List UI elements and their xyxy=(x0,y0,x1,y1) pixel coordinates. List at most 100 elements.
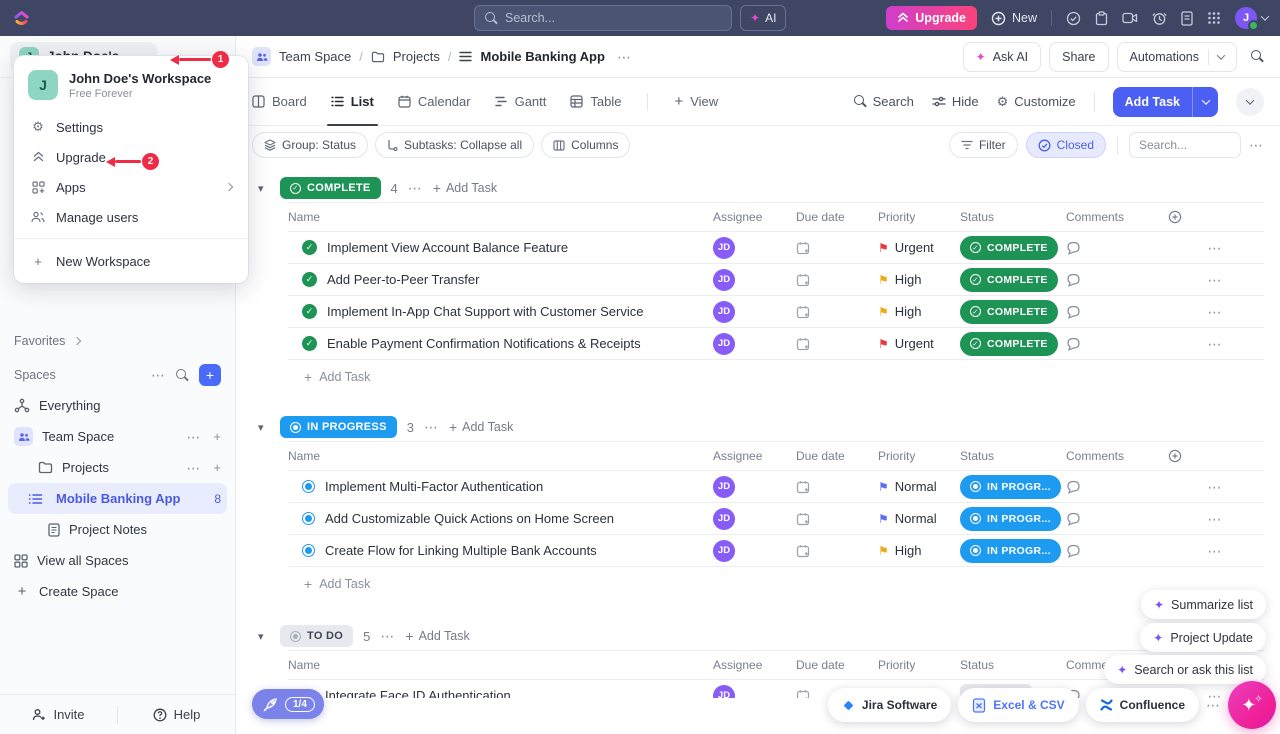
tab-table[interactable]: Table xyxy=(570,78,621,126)
tab-board[interactable]: Board xyxy=(252,78,307,126)
team-space-menu-icon[interactable]: ⋯ xyxy=(186,430,201,444)
row-menu-icon[interactable]: ⋯ xyxy=(1208,305,1223,319)
assignee-avatar[interactable]: JD xyxy=(713,540,735,562)
help-button[interactable]: Help xyxy=(118,707,235,722)
due-date-icon[interactable] xyxy=(796,337,878,351)
hide-button[interactable]: Hide xyxy=(932,94,979,109)
add-space-button[interactable]: + xyxy=(199,364,221,386)
task-name[interactable]: Add Customizable Quick Actions on Home S… xyxy=(325,511,614,526)
breadcrumb-folder[interactable]: Projects xyxy=(393,49,440,64)
menu-item-manage-users[interactable]: Manage users xyxy=(14,202,248,232)
projects-add-icon[interactable]: + xyxy=(213,460,221,475)
comment-icon[interactable] xyxy=(1066,241,1166,255)
status-badge[interactable]: ✓COMPLETE xyxy=(960,236,1058,260)
automations-button[interactable]: Automations xyxy=(1117,42,1237,72)
row-menu-icon[interactable]: ⋯ xyxy=(1208,512,1223,526)
group-menu-icon[interactable]: ⋯ xyxy=(424,420,439,434)
assignee-avatar[interactable]: JD xyxy=(713,333,735,355)
account-menu[interactable]: J xyxy=(1235,7,1268,29)
columns-pill[interactable]: Columns xyxy=(541,132,630,158)
ai-assistant-button[interactable]: ✦ ✧ xyxy=(1228,681,1276,729)
tab-calendar[interactable]: Calendar xyxy=(398,78,471,126)
confluence-chip[interactable]: Confluence xyxy=(1086,688,1199,722)
assignee-avatar[interactable]: JD xyxy=(713,237,735,259)
add-task-row[interactable]: +Add Task xyxy=(288,567,1264,600)
due-date-icon[interactable] xyxy=(796,305,878,319)
new-button[interactable]: New xyxy=(991,11,1037,26)
row-menu-icon[interactable]: ⋯ xyxy=(1208,241,1223,255)
assignee-avatar[interactable]: JD xyxy=(713,301,735,323)
status-badge[interactable]: ✓COMPLETE xyxy=(960,332,1058,356)
reminders-clock-icon[interactable] xyxy=(1152,11,1167,26)
priority-label[interactable]: High xyxy=(895,272,922,287)
task-name[interactable]: Integrate Face ID Authentication xyxy=(325,688,511,698)
task-name[interactable]: Enable Payment Confirmation Notification… xyxy=(327,336,641,351)
add-view-button[interactable]: + View xyxy=(674,78,718,126)
comment-icon[interactable] xyxy=(1066,544,1166,558)
sidebar-item-team-space[interactable]: Team Space ⋯+ xyxy=(0,421,235,452)
comment-icon[interactable] xyxy=(1066,273,1166,287)
sidebar-item-project-notes[interactable]: Project Notes xyxy=(0,514,235,545)
task-name[interactable]: Implement In-App Chat Support with Custo… xyxy=(327,304,643,319)
col-name[interactable]: Name xyxy=(288,210,713,224)
priority-label[interactable]: Normal xyxy=(895,511,937,526)
sidebar-item-view-all-spaces[interactable]: View all Spaces xyxy=(0,545,235,576)
status-badge[interactable]: IN PROGR... xyxy=(960,507,1061,531)
menu-item-settings[interactable]: ⚙ Settings xyxy=(14,112,248,142)
share-button[interactable]: Share xyxy=(1049,42,1108,72)
apps-grid-icon[interactable] xyxy=(1207,11,1221,25)
due-date-icon[interactable] xyxy=(796,544,878,558)
sidebar-item-create-space[interactable]: + Create Space xyxy=(0,576,235,607)
notepad-icon[interactable] xyxy=(1181,11,1193,26)
assignee-avatar[interactable]: JD xyxy=(713,476,735,498)
row-menu-icon[interactable]: ⋯ xyxy=(1208,480,1223,494)
task-row[interactable]: Add Customizable Quick Actions on Home S… xyxy=(288,503,1264,535)
status-badge[interactable]: TO DO xyxy=(280,625,353,647)
spaces-search-icon[interactable] xyxy=(176,369,189,382)
clickup-logo-icon[interactable] xyxy=(12,9,31,28)
breadcrumb-space[interactable]: Team Space xyxy=(279,49,351,64)
due-date-icon[interactable] xyxy=(796,273,878,287)
summarize-list-button[interactable]: ✦ Summarize list xyxy=(1141,590,1266,619)
tab-gantt[interactable]: Gantt xyxy=(495,78,547,126)
project-update-button[interactable]: ✦ Project Update xyxy=(1140,623,1266,652)
assignee-avatar[interactable]: JD xyxy=(713,508,735,530)
status-badge[interactable]: ✓COMPLETE xyxy=(960,300,1058,324)
status-badge[interactable]: ✓COMPLETE xyxy=(960,268,1058,292)
priority-label[interactable]: High xyxy=(895,543,922,558)
jira-software-chip[interactable]: Jira Software xyxy=(828,688,951,722)
col-assignee[interactable]: Assignee xyxy=(713,210,796,224)
task-row[interactable]: Create Flow for Linking Multiple Bank Ac… xyxy=(288,535,1264,567)
header-search-icon[interactable] xyxy=(1251,50,1264,63)
group-add-task[interactable]: +Add Task xyxy=(449,419,513,435)
chips-menu-icon[interactable]: ⋯ xyxy=(1206,698,1221,712)
priority-label[interactable]: High xyxy=(895,304,922,319)
due-date-icon[interactable] xyxy=(796,480,878,494)
status-complete-icon[interactable]: ✓ xyxy=(302,240,317,255)
priority-label[interactable]: Urgent xyxy=(895,240,934,255)
row-menu-icon[interactable]: ⋯ xyxy=(1208,273,1223,287)
add-column-button[interactable] xyxy=(1166,210,1264,224)
invite-button[interactable]: Invite xyxy=(0,707,117,722)
status-complete-icon[interactable]: ✓ xyxy=(302,272,317,287)
col-status[interactable]: Status xyxy=(960,210,1066,224)
sidebar-item-projects[interactable]: Projects ⋯+ xyxy=(0,452,235,483)
status-progress-icon[interactable] xyxy=(302,480,315,493)
col-priority[interactable]: Priority xyxy=(878,210,960,224)
sidebar-item-everything[interactable]: Everything xyxy=(0,390,235,421)
collapse-group-icon[interactable]: ▾ xyxy=(258,630,270,643)
excel-csv-chip[interactable]: Excel & CSV xyxy=(958,688,1078,722)
status-badge[interactable]: IN PROGRESS xyxy=(280,416,397,438)
task-name[interactable]: Create Flow for Linking Multiple Bank Ac… xyxy=(325,543,597,558)
task-name[interactable]: Implement View Account Balance Feature xyxy=(327,240,568,255)
comment-icon[interactable] xyxy=(1066,512,1166,526)
upgrade-button[interactable]: Upgrade xyxy=(886,6,977,30)
row-menu-icon[interactable]: ⋯ xyxy=(1208,337,1223,351)
due-date-icon[interactable] xyxy=(796,241,878,255)
closed-pill[interactable]: Closed xyxy=(1026,132,1106,158)
collapse-group-icon[interactable]: ▾ xyxy=(258,421,270,434)
group-by-pill[interactable]: Group: Status xyxy=(252,132,368,158)
task-row[interactable]: ✓Add Peer-to-Peer Transfer JD ⚑High ✓COM… xyxy=(288,264,1264,296)
task-row[interactable]: ✓Implement View Account Balance Feature … xyxy=(288,232,1264,264)
status-badge[interactable]: ✓COMPLETE xyxy=(280,177,381,199)
